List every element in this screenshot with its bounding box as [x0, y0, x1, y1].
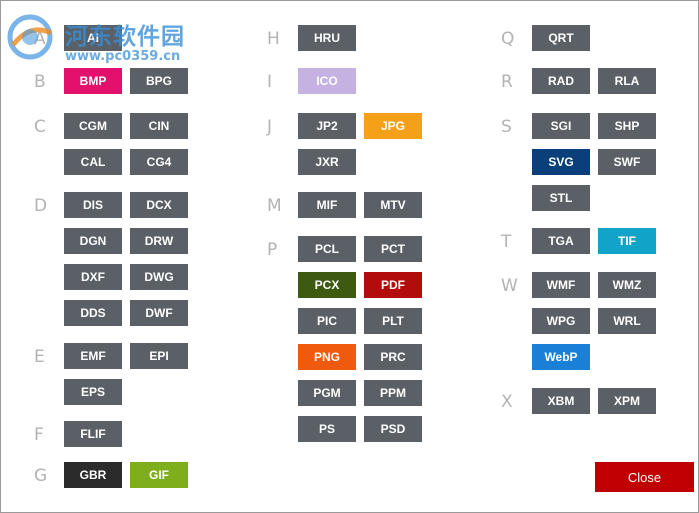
- format-button-dis[interactable]: DIS: [64, 192, 122, 218]
- format-button-pic[interactable]: PIC: [298, 308, 356, 334]
- format-button-gif[interactable]: GIF: [130, 462, 188, 488]
- group-letter-r: R: [501, 72, 513, 92]
- format-button-wrl[interactable]: WRL: [598, 308, 656, 334]
- format-button-emf[interactable]: EMF: [64, 343, 122, 369]
- close-button[interactable]: Close: [595, 462, 694, 492]
- group-letter-c: C: [34, 117, 46, 137]
- format-button-xpm[interactable]: XPM: [598, 388, 656, 414]
- format-button-tga[interactable]: TGA: [532, 228, 590, 254]
- group-letter-m: M: [267, 196, 282, 216]
- group-letter-w: W: [501, 276, 518, 296]
- group-letter-b: B: [34, 72, 46, 92]
- format-button-dwf[interactable]: DWF: [130, 300, 188, 326]
- format-button-webp[interactable]: WebP: [532, 344, 590, 370]
- format-button-flif[interactable]: FLIF: [64, 421, 122, 447]
- format-button-dcx[interactable]: DCX: [130, 192, 188, 218]
- format-button-dxf[interactable]: DXF: [64, 264, 122, 290]
- format-button-dgn[interactable]: DGN: [64, 228, 122, 254]
- group-letter-q: Q: [501, 29, 515, 49]
- format-button-tif[interactable]: TIF: [598, 228, 656, 254]
- format-button-prc[interactable]: PRC: [364, 344, 422, 370]
- group-letter-d: D: [34, 196, 48, 216]
- format-button-sgi[interactable]: SGI: [532, 113, 590, 139]
- group-letter-p: P: [267, 240, 278, 260]
- format-button-cin[interactable]: CIN: [130, 113, 188, 139]
- group-letter-i: I: [267, 72, 273, 92]
- format-button-pgm[interactable]: PGM: [298, 380, 356, 406]
- format-button-cg4[interactable]: CG4: [130, 149, 188, 175]
- format-button-png[interactable]: PNG: [298, 344, 356, 370]
- format-button-drw[interactable]: DRW: [130, 228, 188, 254]
- format-button-swf[interactable]: SWF: [598, 149, 656, 175]
- group-letter-t: T: [501, 232, 512, 252]
- format-button-psd[interactable]: PSD: [364, 416, 422, 442]
- format-button-wmf[interactable]: WMF: [532, 272, 590, 298]
- group-letter-j: J: [267, 117, 273, 137]
- group-letter-e: E: [34, 347, 45, 367]
- format-button-wmz[interactable]: WMZ: [598, 272, 656, 298]
- format-button-pdf[interactable]: PDF: [364, 272, 422, 298]
- format-dialog: A AI B BMP BPG C CGM CIN CAL CG4 D DIS DCX DGN DRW DXF D…: [0, 0, 699, 513]
- format-button-svg[interactable]: SVG: [532, 149, 590, 175]
- format-button-bmp[interactable]: BMP: [64, 68, 122, 94]
- format-button-gbr[interactable]: GBR: [64, 462, 122, 488]
- format-button-shp[interactable]: SHP: [598, 113, 656, 139]
- group-letter-x: X: [501, 392, 513, 412]
- format-button-cgm[interactable]: CGM: [64, 113, 122, 139]
- format-button-jxr[interactable]: JXR: [298, 149, 356, 175]
- format-button-rad[interactable]: RAD: [532, 68, 590, 94]
- watermark-logo-icon: [7, 14, 53, 60]
- format-button-mif[interactable]: MIF: [298, 192, 356, 218]
- group-letter-g: G: [34, 466, 48, 486]
- format-button-xbm[interactable]: XBM: [532, 388, 590, 414]
- format-button-qrt[interactable]: QRT: [532, 25, 590, 51]
- group-letter-h: H: [267, 29, 280, 49]
- group-letter-f: F: [34, 425, 44, 445]
- format-button-cal[interactable]: CAL: [64, 149, 122, 175]
- format-button-rla[interactable]: RLA: [598, 68, 656, 94]
- format-button-ico[interactable]: ICO: [298, 68, 356, 94]
- format-button-plt[interactable]: PLT: [364, 308, 422, 334]
- group-letter-s: S: [501, 117, 512, 137]
- format-button-wpg[interactable]: WPG: [532, 308, 590, 334]
- format-button-bpg[interactable]: BPG: [130, 68, 188, 94]
- format-button-stl[interactable]: STL: [532, 185, 590, 211]
- format-button-epi[interactable]: EPI: [130, 343, 188, 369]
- watermark-url: www.pc0359.cn: [65, 49, 181, 64]
- format-button-jpg[interactable]: JPG: [364, 113, 422, 139]
- format-button-hru[interactable]: HRU: [298, 25, 356, 51]
- format-button-ppm[interactable]: PPM: [364, 380, 422, 406]
- format-button-pcl[interactable]: PCL: [298, 236, 356, 262]
- format-button-pcx[interactable]: PCX: [298, 272, 356, 298]
- format-button-eps[interactable]: EPS: [64, 379, 122, 405]
- group-letter-a: A: [34, 29, 46, 49]
- format-button-ai[interactable]: AI: [64, 25, 122, 51]
- format-button-jp2[interactable]: JP2: [298, 113, 356, 139]
- format-button-dds[interactable]: DDS: [64, 300, 122, 326]
- format-button-dwg[interactable]: DWG: [130, 264, 188, 290]
- format-button-pct[interactable]: PCT: [364, 236, 422, 262]
- format-button-mtv[interactable]: MTV: [364, 192, 422, 218]
- format-button-ps[interactable]: PS: [298, 416, 356, 442]
